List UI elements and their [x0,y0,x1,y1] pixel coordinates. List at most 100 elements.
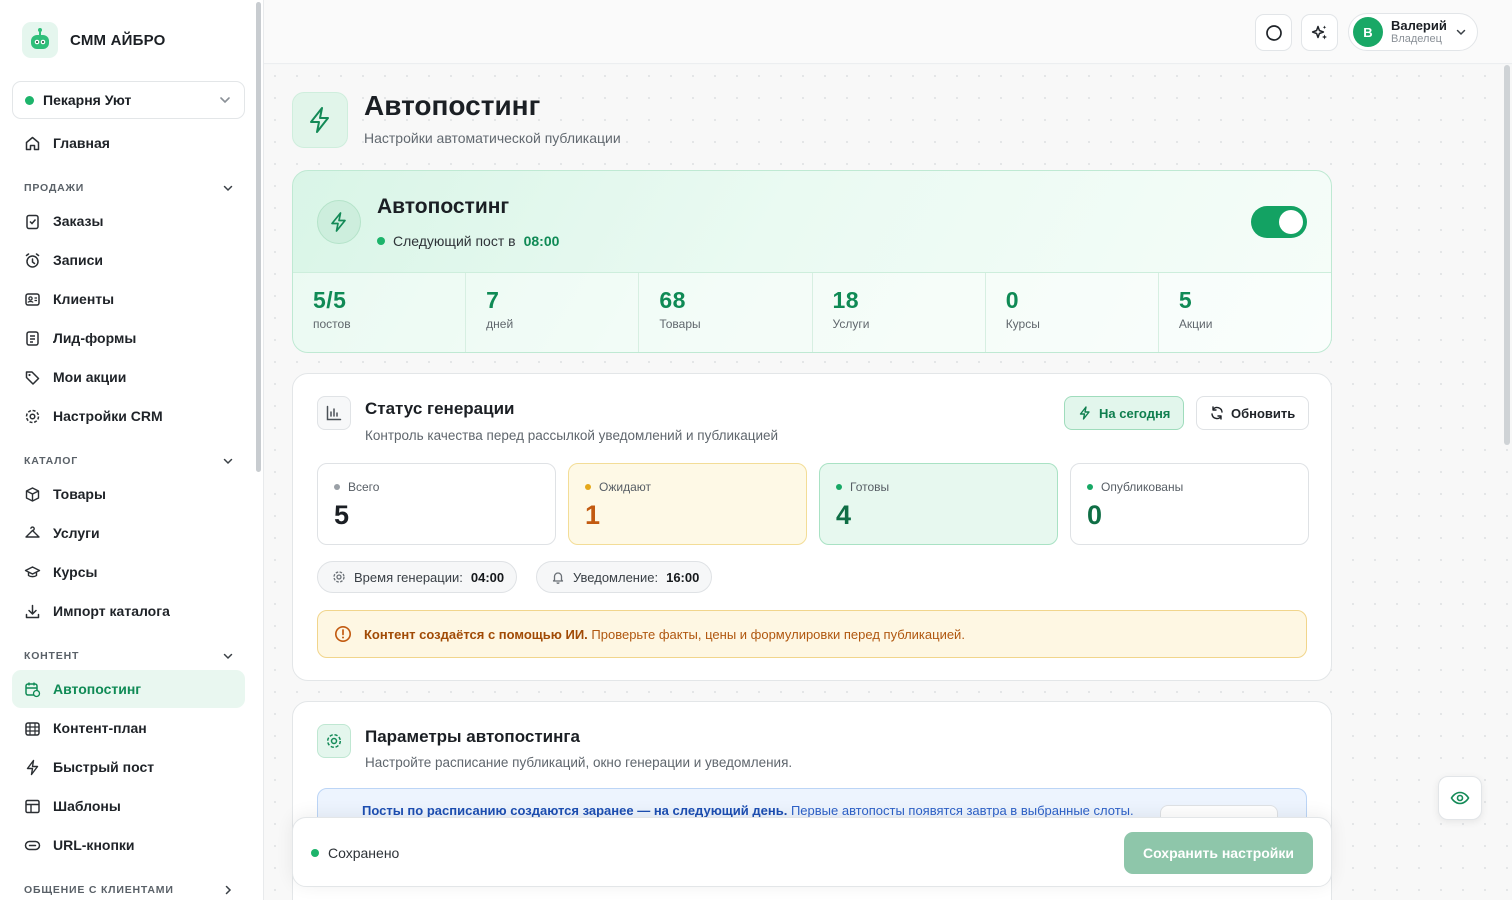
stat-value: 68 [659,287,686,313]
tile-label: Опубликованы [1101,480,1184,494]
section-sales[interactable]: ПРОДАЖИ [24,182,234,194]
tile-value: 1 [585,500,601,530]
sidebar-scrollbar[interactable] [256,2,261,472]
section-label: КОНТЕНТ [24,650,80,662]
sidebar-item-label: Курсы [53,564,98,580]
sidebar-item-courses[interactable]: Курсы [12,553,245,591]
sidebar: СММ АЙБРО Пекарня Уют Главная ПРОДАЖИ За… [0,0,264,900]
status-dot [334,484,340,490]
hanger-icon [24,525,41,542]
page-scrollbar[interactable] [1504,65,1510,445]
graduation-cap-icon [24,564,41,581]
lightning-icon [317,200,361,244]
user-name: Валерий [1391,17,1447,33]
save-bar: Сохранено Сохранить настройки [292,817,1332,887]
sidebar-item-crm-settings[interactable]: Настройки CRM [12,397,245,435]
next-post-info: Следующий пост в 08:00 [377,233,559,249]
sidebar-item-home[interactable]: Главная [12,124,245,162]
section-communication[interactable]: ОБЩЕНИЕ С КЛИЕНТАМИ [24,884,234,896]
sidebar-item-products[interactable]: Товары [12,475,245,513]
tag-icon [24,369,41,386]
ai-warning-banner: Контент создаётся с помощью ИИ. Проверьт… [317,610,1307,658]
layout-icon [24,798,41,815]
sidebar-item-services[interactable]: Услуги [12,514,245,552]
sidebar-item-import-catalog[interactable]: Импорт каталога [12,592,245,630]
alert-circle-icon [335,626,351,642]
section-label: КАТАЛОГ [24,455,79,467]
page-subtitle: Настройки автоматической публикации [364,130,621,146]
brand[interactable]: СММ АЙБРО [22,22,165,58]
save-settings-button[interactable]: Сохранить настройки [1124,832,1313,874]
sparkles-icon [1311,25,1327,39]
sidebar-item-label: Главная [53,135,110,151]
stat-days: 7 дней [466,273,640,352]
stat-value: 5 [1178,287,1193,313]
section-catalog[interactable]: КАТАЛОГ [24,455,234,467]
sidebar-item-orders[interactable]: Заказы [12,202,245,240]
stat-value: 0 [1005,287,1019,313]
stat-label: Товары [659,317,701,331]
refresh-button[interactable]: Обновить [1196,396,1310,430]
sidebar-item-label: Записи [53,252,104,268]
workspace-status-dot [25,95,34,105]
autoposting-toggle[interactable] [1251,206,1307,238]
warning-text: Контент создаётся с помощью ИИ. Проверьт… [364,627,965,642]
tile-value: 4 [836,500,852,530]
stat-products: 68 Товары [639,273,813,352]
user-menu[interactable]: В Валерий Владелец [1348,13,1478,51]
section-label: ОБЩЕНИЕ С КЛИЕНТАМИ [24,884,174,896]
preview-button[interactable] [1438,776,1482,820]
stat-label: дней [486,317,514,331]
info-rest: Первые автопосты появятся завтра в выбра… [790,803,1134,818]
stat-label: постов [313,317,351,331]
sidebar-item-url-buttons[interactable]: URL-кнопки [12,826,245,864]
section-label: ПРОДАЖИ [24,182,85,194]
brand-name: СММ АЙБРО [70,31,166,49]
workspace-selector[interactable]: Пекарня Уют [12,81,245,119]
stat-posts: 5/5 постов [293,273,467,352]
user-role: Владелец [1391,32,1442,45]
tile-total: Всего 5 [317,463,556,545]
calendar-clock-icon [24,681,41,698]
tile-label: Всего [348,480,380,494]
card-title: Статус генерации [365,399,515,418]
sidebar-item-bookings[interactable]: Записи [12,241,245,279]
tile-label: Готовы [850,480,890,494]
info-bold: Посты по расписанию создаются заранее — … [362,803,788,818]
status-dot [585,484,591,490]
ai-assistant-button[interactable] [1301,14,1338,51]
sidebar-item-templates[interactable]: Шаблоны [12,787,245,825]
tile-label: Ожидают [599,480,651,494]
theme-toggle-button[interactable] [1255,14,1292,51]
circle-icon [1265,24,1282,41]
link-button-icon [24,837,41,854]
sidebar-item-promotions[interactable]: Мои акции [12,358,245,396]
next-post-time: 08:00 [523,233,560,249]
topbar: В Валерий Владелец [264,0,1512,64]
home-icon [24,135,41,152]
chevron-down-icon [1456,29,1466,36]
chevron-right-icon [225,885,232,895]
status-dot [836,484,842,490]
lightning-icon [1079,406,1090,420]
today-button[interactable]: На сегодня [1064,396,1185,430]
user-info: Валерий Владелец [1391,17,1447,46]
stat-value: 5/5 [313,287,347,313]
generation-time-chip: Время генерации: 04:00 [317,561,518,593]
sidebar-item-autoposting[interactable]: Автопостинг [12,670,245,708]
chip-value: 16:00 [666,569,700,585]
card-subtitle: Контроль качества перед рассылкой уведом… [365,428,779,443]
stat-value: 18 [832,287,860,313]
sidebar-item-lead-forms[interactable]: Лид-формы [12,319,245,357]
chevron-down-icon [220,97,230,104]
hero-header: Автопостинг Следующий пост в 08:00 [293,171,1331,273]
form-icon [24,330,41,347]
sidebar-item-clients[interactable]: Клиенты [12,280,245,318]
section-content[interactable]: КОНТЕНТ [24,650,234,662]
sidebar-item-content-plan[interactable]: Контент-план [12,709,245,747]
sidebar-item-label: Настройки CRM [53,408,163,424]
tile-pending: Ожидают 1 [568,463,807,545]
stat-label: Акции [1178,317,1213,331]
tile-ready: Готовы 4 [819,463,1058,545]
sidebar-item-quick-post[interactable]: Быстрый пост [12,748,245,786]
